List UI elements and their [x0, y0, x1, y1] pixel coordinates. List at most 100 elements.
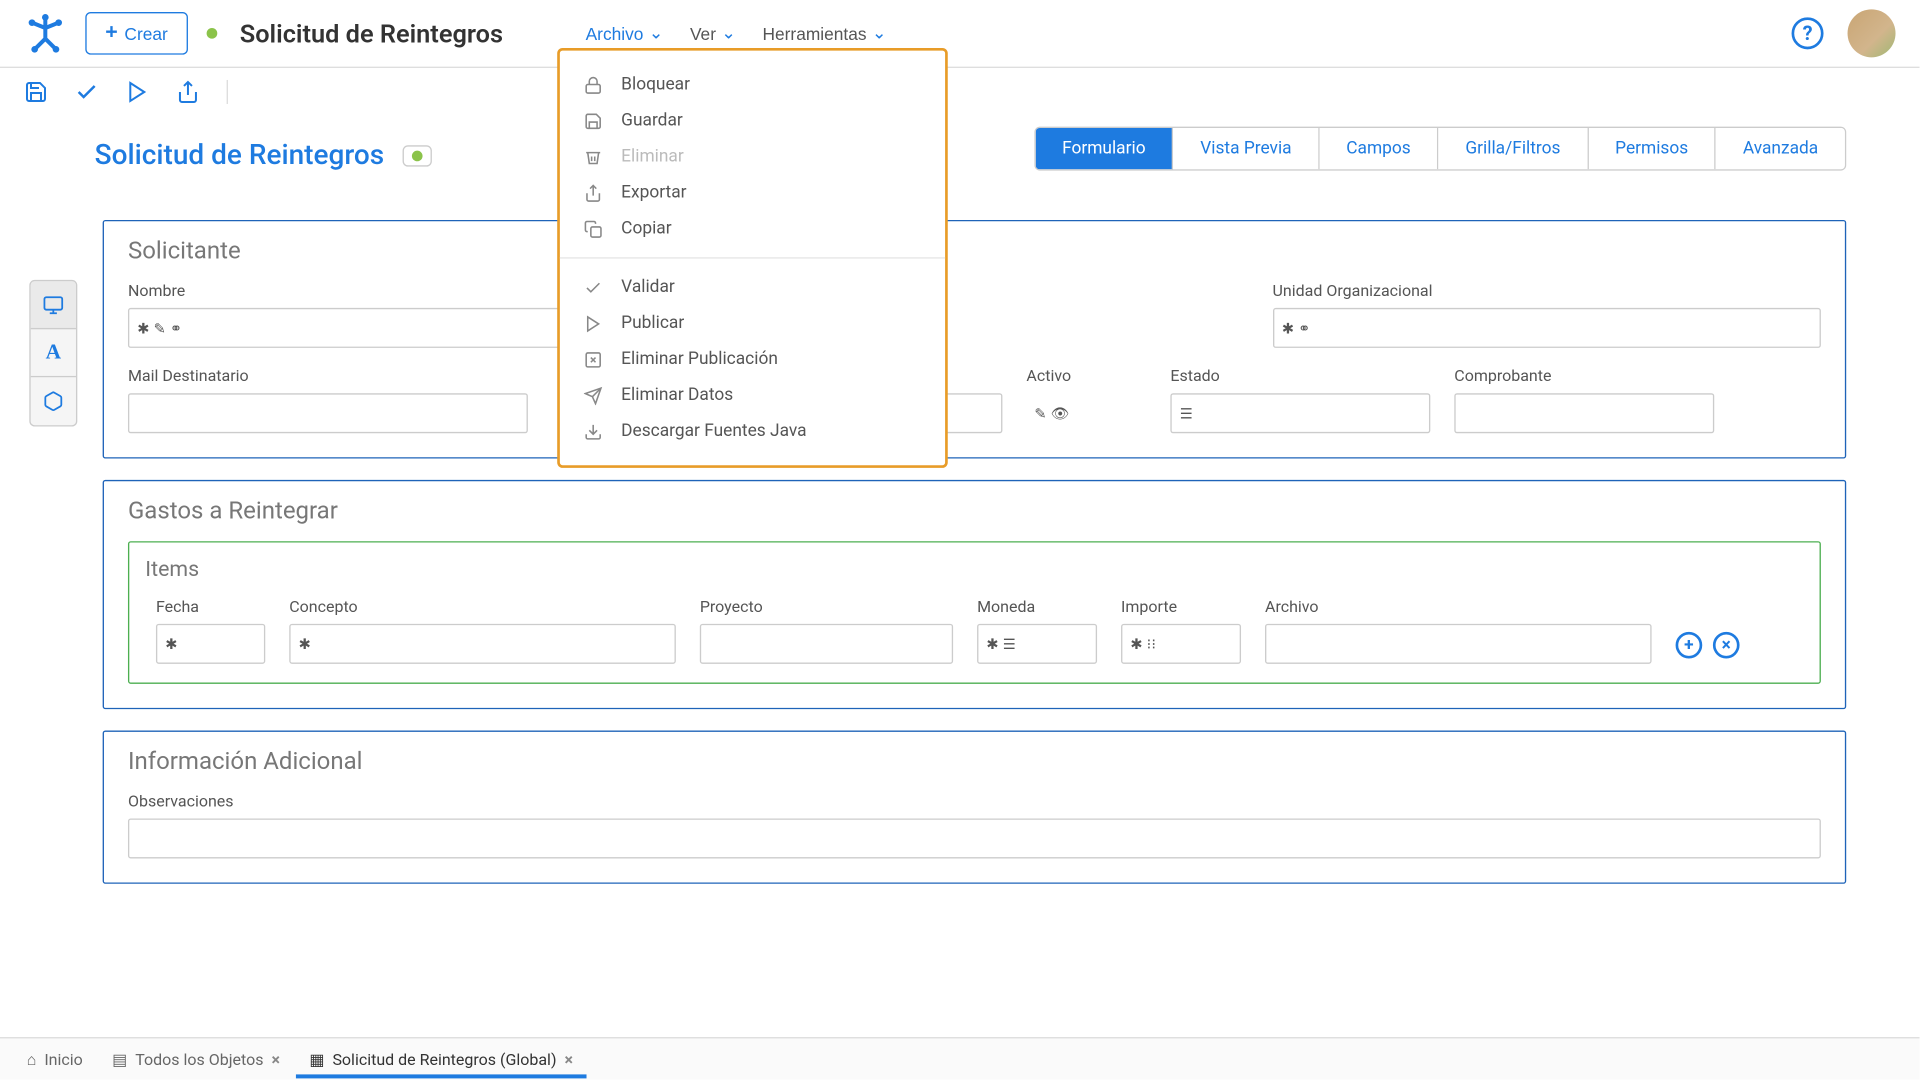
asterisk-icon: ✱ — [1130, 635, 1142, 652]
copy-icon — [584, 219, 605, 238]
left-rail: A — [29, 280, 77, 427]
input-unidad[interactable]: ✱ ⚭ — [1273, 308, 1821, 348]
dd-eliminar-publicacion[interactable]: Eliminar Publicación — [560, 341, 945, 377]
tab-grilla-filtros[interactable]: Grilla/Filtros — [1439, 128, 1589, 169]
dd-copiar[interactable]: Copiar — [560, 211, 945, 247]
plus-icon: + — [105, 21, 117, 45]
input-importe[interactable]: ✱ ⁝⁝ — [1121, 624, 1241, 664]
add-item-button[interactable]: + — [1676, 632, 1703, 659]
menu-ver[interactable]: Ver ⌄ — [679, 16, 746, 51]
view-tabs: Formulario Vista Previa Campos Grilla/Fi… — [1034, 127, 1846, 171]
menu-herramientas[interactable]: Herramientas ⌄ — [752, 16, 897, 51]
section-title: Solicitante — [128, 237, 1821, 265]
input-activo[interactable]: ✎ 👁 — [1026, 393, 1146, 433]
rail-cube-icon[interactable] — [31, 377, 76, 425]
section-title: Información Adicional — [128, 748, 1821, 776]
dd-bloquear[interactable]: Bloquear — [560, 67, 945, 103]
section-items: Items Fecha ✱ Concepto ✱ Proyecto Moneda… — [128, 541, 1821, 684]
export-icon[interactable] — [176, 80, 200, 104]
number-icon: ⁝⁝ — [1147, 635, 1156, 652]
input-concepto[interactable]: ✱ — [289, 624, 676, 664]
dd-publicar[interactable]: Publicar — [560, 305, 945, 341]
check-icon — [584, 278, 605, 297]
edit-icon: ✎ — [1034, 405, 1046, 422]
input-archivo[interactable] — [1265, 624, 1652, 664]
label-fecha: Fecha — [156, 597, 265, 616]
label-activo: Activo — [1026, 367, 1146, 386]
asterisk-icon: ✱ — [299, 635, 311, 652]
dd-guardar[interactable]: Guardar — [560, 103, 945, 139]
share-icon: ⚭ — [170, 319, 182, 336]
status-badge[interactable] — [403, 145, 432, 166]
grid-icon: ▤ — [112, 1050, 127, 1069]
list-icon: ☰ — [1003, 635, 1016, 652]
btab-solicitud[interactable]: ▦ Solicitud de Reintegros (Global) × — [296, 1042, 586, 1077]
page-title: Solicitud de Reintegros — [95, 140, 385, 172]
download-icon — [584, 422, 605, 441]
dd-exportar[interactable]: Exportar — [560, 175, 945, 211]
home-icon: ⌂ — [27, 1050, 37, 1069]
dd-eliminar-datos[interactable]: Eliminar Datos — [560, 377, 945, 413]
tab-campos[interactable]: Campos — [1320, 128, 1439, 169]
tab-vista-previa[interactable]: Vista Previa — [1174, 128, 1320, 169]
help-icon[interactable]: ? — [1792, 17, 1824, 49]
asterisk-icon: ✱ — [986, 635, 998, 652]
list-icon: ☰ — [1180, 405, 1193, 422]
tab-formulario[interactable]: Formulario — [1035, 128, 1173, 169]
erase-icon — [584, 386, 605, 405]
share-icon: ⚭ — [1298, 319, 1310, 336]
export-icon — [584, 183, 605, 202]
dd-eliminar: Eliminar — [560, 139, 945, 175]
section-gastos: Gastos a Reintegrar Items Fecha ✱ Concep… — [103, 480, 1847, 709]
btab-inicio[interactable]: ⌂ Inicio — [13, 1042, 96, 1077]
label-observaciones: Observaciones — [128, 792, 1821, 811]
label-mail: Mail Destinatario — [128, 367, 528, 386]
remove-item-button[interactable]: × — [1713, 632, 1740, 659]
rail-screen-icon[interactable] — [31, 281, 76, 329]
close-icon[interactable]: × — [271, 1050, 279, 1069]
asterisk-icon: ✱ — [165, 635, 177, 652]
btab-todos[interactable]: ▤ Todos los Objetos × — [99, 1042, 294, 1077]
top-bar: + Crear Solicitud de Reintegros Archivo … — [0, 0, 1920, 68]
dd-descargar-java[interactable]: Descargar Fuentes Java — [560, 413, 945, 449]
input-estado[interactable]: ☰ — [1170, 393, 1430, 433]
chevron-down-icon: ⌄ — [721, 23, 736, 44]
separator — [227, 80, 228, 104]
label-concepto: Concepto — [289, 597, 676, 616]
create-button[interactable]: + Crear — [85, 12, 187, 55]
status-dot-icon — [412, 151, 423, 162]
asterisk-icon: ✱ — [137, 319, 149, 336]
save-icon[interactable] — [24, 80, 48, 104]
menu-archivo[interactable]: Archivo ⌄ — [575, 16, 674, 51]
rail-text-icon[interactable]: A — [31, 329, 76, 377]
action-toolbar — [0, 68, 1920, 116]
chevron-down-icon: ⌄ — [872, 23, 887, 44]
tab-avanzada[interactable]: Avanzada — [1716, 128, 1845, 169]
input-mail[interactable] — [128, 393, 528, 433]
menu-bar: Archivo ⌄ Ver ⌄ Herramientas ⌄ — [575, 16, 897, 51]
asterisk-icon: ✱ — [1282, 319, 1294, 336]
label-importe: Importe — [1121, 597, 1241, 616]
avatar[interactable] — [1848, 9, 1896, 57]
save-icon — [584, 111, 605, 130]
check-icon[interactable] — [75, 80, 99, 104]
input-observaciones[interactable] — [128, 818, 1821, 858]
bottom-tabs: ⌂ Inicio ▤ Todos los Objetos × ▦ Solicit… — [0, 1037, 1920, 1080]
play-icon[interactable] — [125, 80, 149, 104]
top-title: Solicitud de Reintegros — [240, 18, 503, 49]
section-title: Gastos a Reintegrar — [128, 497, 1821, 525]
label-comprobante: Comprobante — [1454, 367, 1714, 386]
input-moneda[interactable]: ✱☰ — [977, 624, 1097, 664]
dropdown-separator — [560, 257, 945, 258]
dd-validar[interactable]: Validar — [560, 269, 945, 305]
input-proyecto[interactable] — [700, 624, 953, 664]
close-icon[interactable]: × — [565, 1050, 573, 1069]
input-fecha[interactable]: ✱ — [156, 624, 265, 664]
form-icon: ▦ — [309, 1050, 324, 1069]
play-icon — [584, 314, 605, 333]
input-comprobante[interactable] — [1454, 393, 1714, 433]
label-estado: Estado — [1170, 367, 1430, 386]
unpublish-icon — [584, 350, 605, 369]
label-proyecto: Proyecto — [700, 597, 953, 616]
tab-permisos[interactable]: Permisos — [1588, 128, 1716, 169]
